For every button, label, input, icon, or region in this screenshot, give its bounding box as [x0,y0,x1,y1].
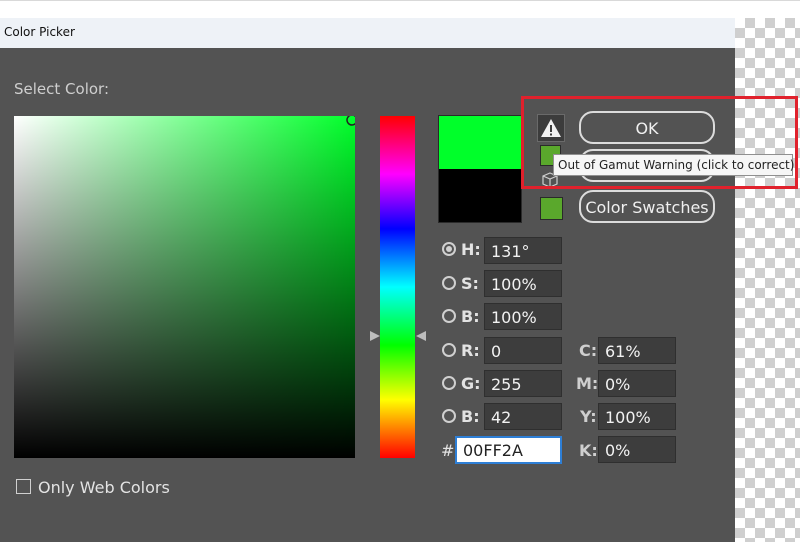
yellow-field[interactable]: 100% [598,403,676,430]
radio-hue[interactable] [442,242,456,256]
window-title: Color Picker [4,25,75,39]
blue-field[interactable]: 42 [484,403,562,430]
saturation-field[interactable]: 100% [484,270,562,297]
color-preview [438,115,522,223]
hue-field[interactable]: 131° [484,237,562,264]
color-field[interactable] [14,116,355,458]
label-magenta: M: [576,374,599,393]
radio-blue[interactable] [442,409,456,423]
brightness-field[interactable]: 100% [484,303,562,330]
label-blue: B: [461,407,480,426]
label-green: G: [461,374,481,393]
green-field[interactable]: 255 [484,370,562,397]
magenta-field[interactable]: 0% [598,370,676,397]
select-color-label: Select Color: [14,80,109,98]
color-swatches-button[interactable]: Color Swatches [579,190,715,223]
radio-brightness[interactable] [442,309,456,323]
title-bar: Color Picker [0,18,735,48]
red-field[interactable]: 0 [484,337,562,364]
hue-slider[interactable] [380,116,415,458]
cyan-field[interactable]: 61% [598,337,676,364]
label-hex: # [441,441,455,460]
label-black: K: [579,441,598,460]
label-yellow: Y: [580,407,597,426]
top-edge-line [0,0,800,1]
radio-red[interactable] [442,343,456,357]
radio-green[interactable] [442,376,456,390]
black-field[interactable]: 0% [598,436,676,463]
label-hue: H: [461,240,481,259]
label-saturation: S: [461,274,479,293]
only-web-colors-checkbox[interactable] [16,479,31,494]
current-color-swatch[interactable] [439,169,521,222]
label-cyan: C: [579,341,598,360]
label-brightness: B: [461,307,480,326]
hue-slider-handle[interactable] [368,330,428,342]
hex-field[interactable]: 00FF2A [455,436,562,464]
web-safe-color-swatch[interactable] [540,197,563,220]
new-color-swatch [439,116,521,169]
radio-saturation[interactable] [442,276,456,290]
highlight-box [521,96,798,189]
label-red: R: [461,341,480,360]
only-web-colors-label: Only Web Colors [38,478,170,497]
